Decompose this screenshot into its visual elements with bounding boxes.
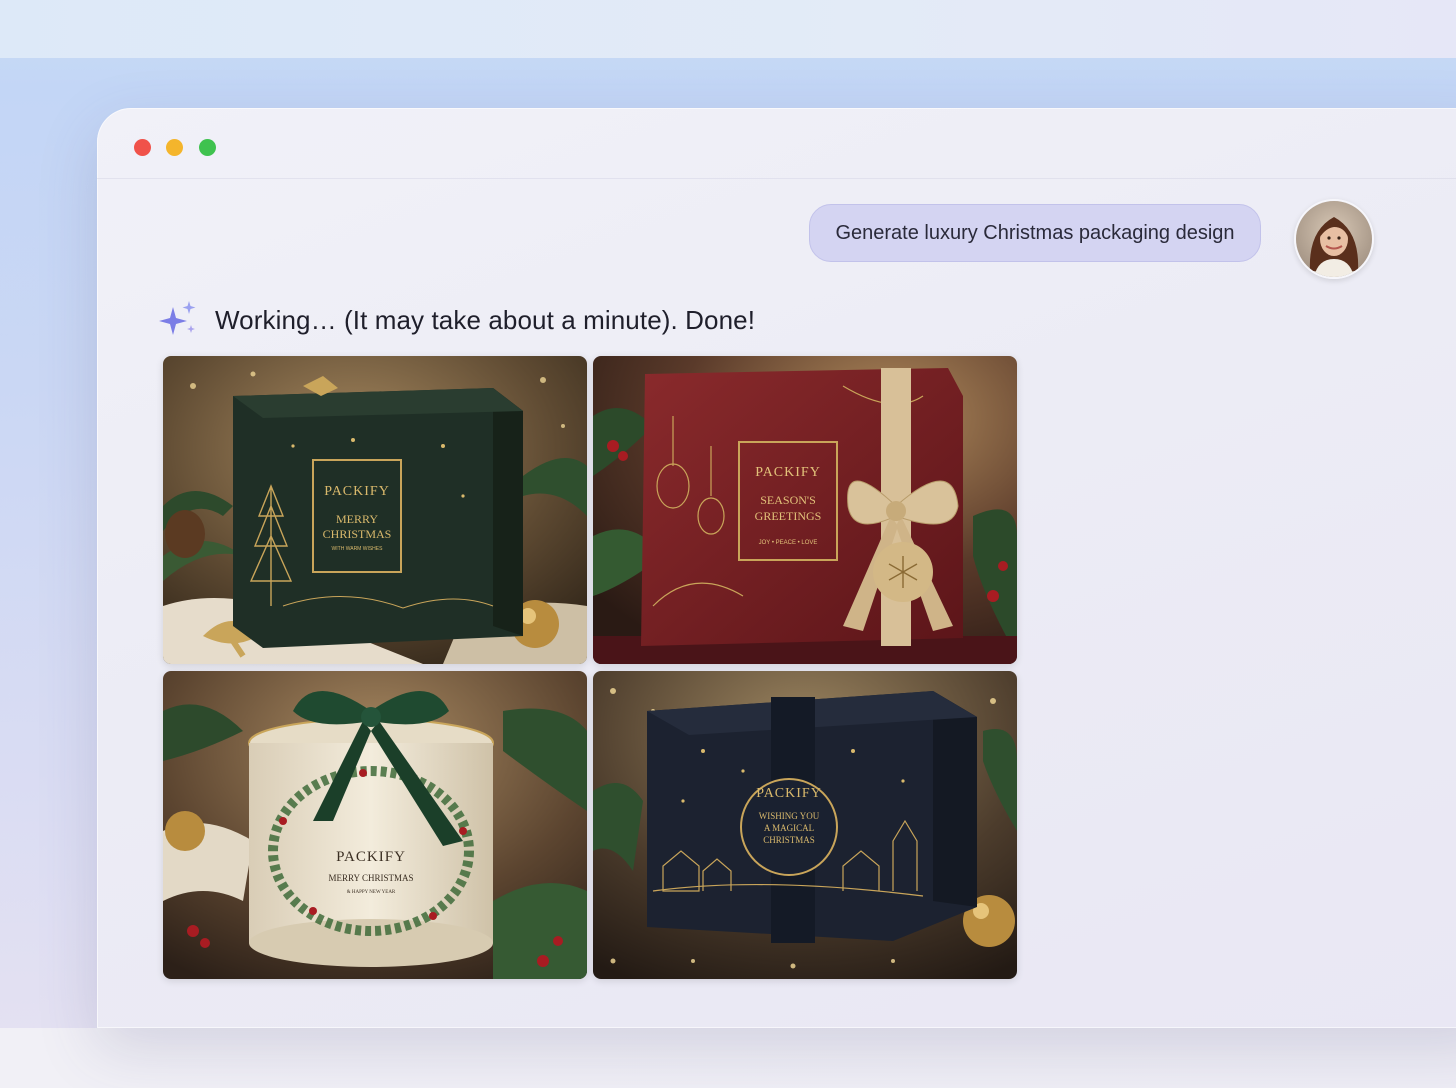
image-2-line2: GREETINGS	[755, 509, 822, 523]
desktop-bottom-band	[0, 1028, 1456, 1088]
image-4-line2: A MAGICAL	[764, 823, 814, 833]
assistant-status-row: Working… (It may take about a minute). D…	[157, 298, 755, 342]
image-3-tagline: & HAPPY NEW YEAR	[347, 890, 396, 895]
image-1-brand: PACKIFY	[324, 484, 390, 499]
sparkle-icon	[159, 301, 196, 335]
generated-image-1[interactable]: PACKIFY MERRY CHRISTMAS WITH WARM WISHES	[163, 356, 587, 664]
image-2-line1: SEASON'S	[760, 493, 816, 507]
image-1-line1: MERRY	[336, 512, 378, 526]
user-message-text: Generate luxury Christmas packaging desi…	[835, 221, 1235, 244]
image-4-line3: CHRISTMAS	[763, 835, 815, 845]
title-bar	[97, 108, 1456, 179]
generated-image-2[interactable]: PACKIFY SEASON'S GREETINGS JOY • PEACE •…	[593, 356, 1017, 664]
image-1-tagline: WITH WARM WISHES	[332, 546, 384, 552]
user-avatar[interactable]	[1294, 199, 1374, 279]
image-4-line1: WISHING YOU	[759, 811, 820, 821]
close-window-button[interactable]	[134, 139, 151, 156]
image-4-brand: PACKIFY	[756, 786, 822, 801]
image-2-brand: PACKIFY	[755, 465, 821, 480]
image-3-brand: PACKIFY	[336, 849, 406, 865]
user-message-bubble: Generate luxury Christmas packaging desi…	[809, 204, 1261, 262]
desktop-top-band	[0, 0, 1456, 58]
image-3-line1: MERRY CHRISTMAS	[329, 873, 414, 883]
image-2-tagline: JOY • PEACE • LOVE	[759, 540, 818, 546]
maximize-window-button[interactable]	[199, 139, 216, 156]
generated-image-3[interactable]: PACKIFY MERRY CHRISTMAS & HAPPY NEW YEAR	[163, 671, 587, 979]
app-window: Generate luxury Christmas packaging desi…	[97, 108, 1456, 1028]
minimize-window-button[interactable]	[166, 139, 183, 156]
generated-image-4[interactable]: PACKIFY WISHING YOU A MAGICAL CHRISTMAS	[593, 671, 1017, 979]
assistant-status-text: Working… (It may take about a minute). D…	[215, 304, 756, 335]
image-1-line2: CHRISTMAS	[323, 527, 392, 541]
